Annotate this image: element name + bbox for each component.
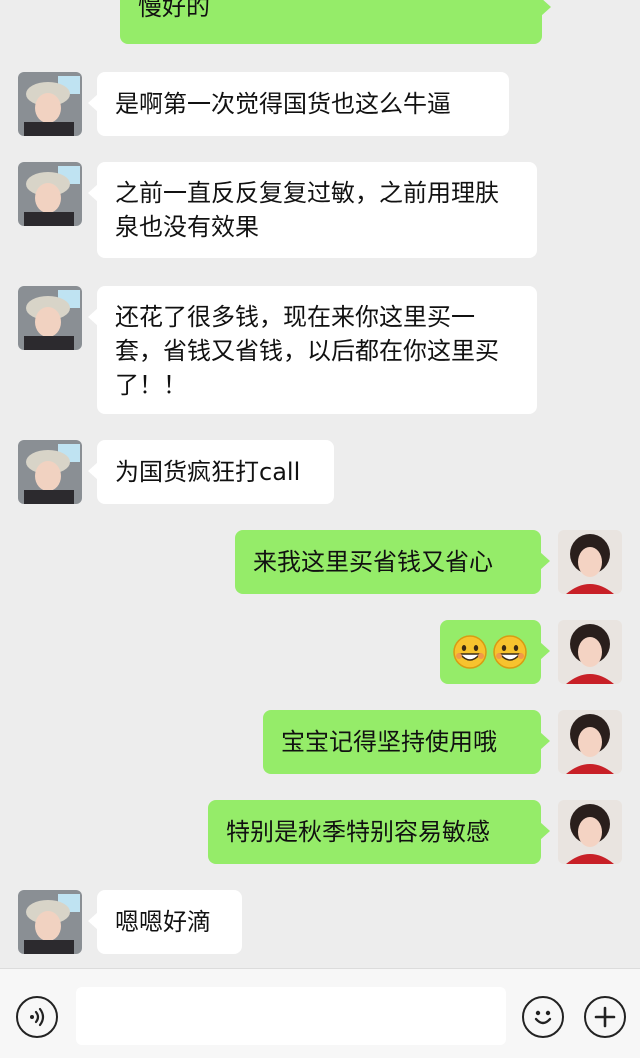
message-text: 慢好的 — [138, 0, 210, 21]
message-text: 之前一直反反复复过敏，之前用理肤泉也没有效果 — [115, 179, 499, 241]
message-bubble[interactable]: 特别是秋季特别容易敏感 — [208, 800, 550, 864]
customer-avatar[interactable] — [18, 72, 82, 136]
seller-avatar[interactable] — [558, 620, 622, 684]
message-text: 宝宝记得坚持使用哦 — [281, 728, 497, 756]
message-text: 特别是秋季特别容易敏感 — [226, 818, 490, 846]
message-bubble[interactable]: 慢好的 — [120, 0, 551, 44]
customer-avatar[interactable] — [18, 286, 82, 350]
message-bubble[interactable]: 之前一直反反复复过敏，之前用理肤泉也没有效果 — [88, 162, 537, 258]
message-bubble[interactable]: 宝宝记得坚持使用哦 — [263, 710, 550, 774]
plus-icon[interactable] — [584, 996, 626, 1038]
grinning-face-icon — [452, 634, 488, 670]
voice-icon[interactable] — [16, 996, 58, 1038]
message-bubble[interactable]: 为国货疯狂打call — [88, 440, 334, 504]
message-text: 来我这里买省钱又省心 — [253, 548, 493, 576]
customer-avatar[interactable] — [18, 890, 82, 954]
message-text: 为国货疯狂打call — [115, 458, 301, 486]
message-bubble[interactable]: 还花了很多钱，现在来你这里买一套，省钱又省钱，以后都在你这里买了！！ — [88, 286, 537, 414]
message-input[interactable] — [76, 987, 506, 1045]
customer-avatar[interactable] — [18, 440, 82, 504]
emoji-icon[interactable] — [522, 996, 564, 1038]
message-text: 还花了很多钱，现在来你这里买一套，省钱又省钱，以后都在你这里买了！！ — [115, 303, 499, 399]
seller-avatar[interactable] — [558, 800, 622, 864]
input-bar — [0, 968, 640, 1058]
seller-avatar[interactable] — [558, 710, 622, 774]
chat-area[interactable]: 慢好的 是啊第一次觉得国货也这么牛逼 之前一直反反复复过敏，之前用理肤泉也没有效… — [0, 0, 640, 968]
message-bubble[interactable]: 是啊第一次觉得国货也这么牛逼 — [88, 72, 509, 136]
grinning-face-icon — [492, 634, 528, 670]
message-bubble[interactable] — [440, 620, 550, 684]
message-text: 嗯嗯好滴 — [115, 908, 211, 936]
message-bubble[interactable]: 嗯嗯好滴 — [88, 890, 242, 954]
message-bubble[interactable]: 来我这里买省钱又省心 — [235, 530, 550, 594]
message-text: 是啊第一次觉得国货也这么牛逼 — [115, 90, 451, 118]
seller-avatar[interactable] — [558, 530, 622, 594]
customer-avatar[interactable] — [18, 162, 82, 226]
